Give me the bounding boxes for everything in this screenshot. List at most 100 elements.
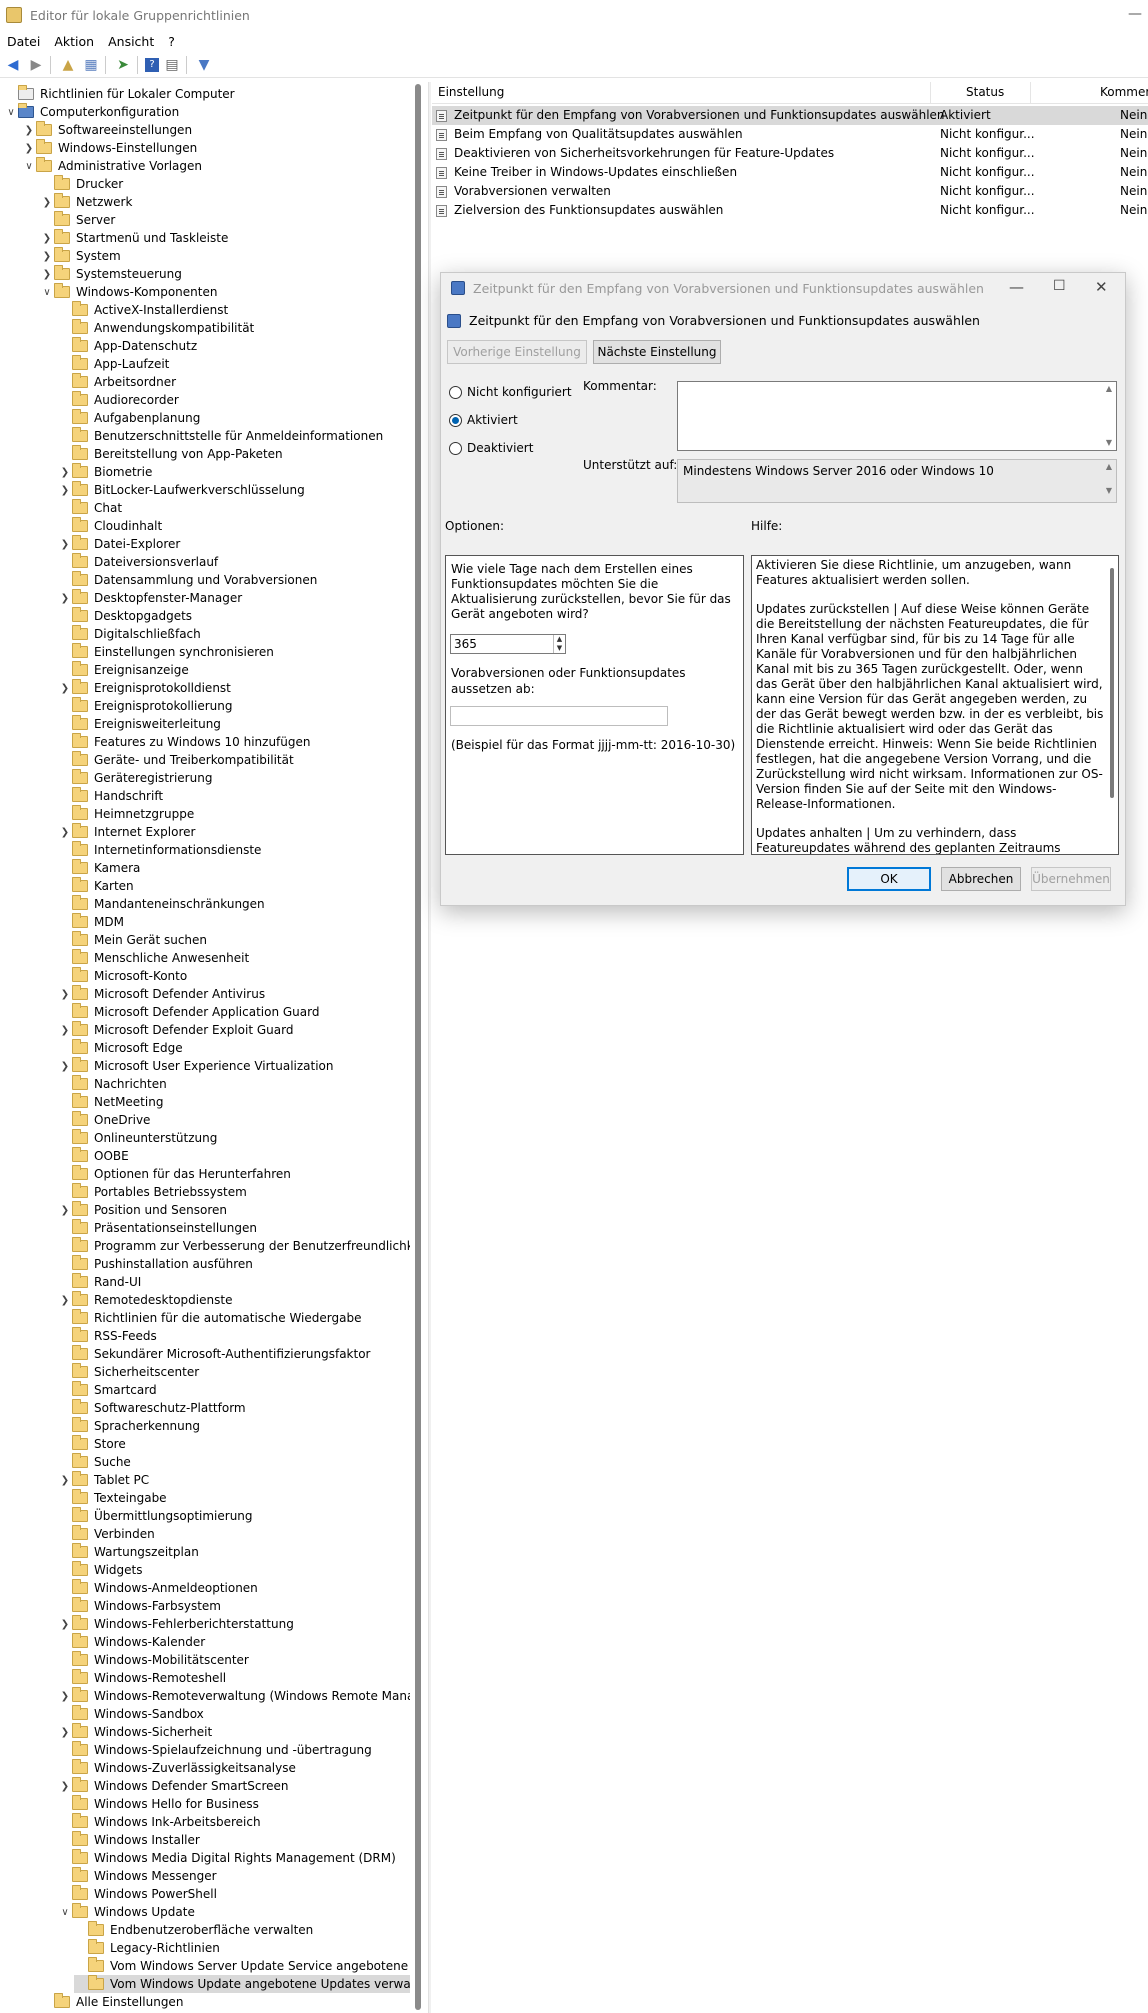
expand-chevron-icon[interactable]: ❯: [58, 485, 72, 496]
tree-item[interactable]: Optionen für das Herunterfahren: [58, 1165, 291, 1183]
tree-item[interactable]: NetMeeting: [58, 1093, 163, 1111]
tree-item[interactable]: ❯ Microsoft User Experience Virtualizatio…: [58, 1057, 334, 1075]
tree-item[interactable]: Vom Windows Update angebotene Updates ve…: [74, 1975, 410, 1993]
expand-chevron-icon[interactable]: ❯: [58, 1475, 72, 1486]
tree-item[interactable]: Windows-Kalender: [58, 1633, 205, 1651]
defer-days-spinbox[interactable]: 365 ▲ ▼: [450, 634, 566, 654]
setting-row[interactable]: Zielversion des Funktionsupdates auswähl…: [432, 201, 1148, 220]
tree-item[interactable]: Internetinformationsdienste: [58, 841, 261, 859]
tree-item[interactable]: Endbenutzeroberfläche verwalten: [74, 1921, 313, 1939]
tree-item[interactable]: Windows-Mobilitätscenter: [58, 1651, 249, 1669]
tree-item[interactable]: Features zu Windows 10 hinzufügen: [58, 733, 310, 751]
tree-item[interactable]: Vom Windows Server Update Service angebo…: [74, 1957, 410, 1975]
tree-item[interactable]: ❯ System: [40, 247, 121, 265]
tree-item[interactable]: ❯ Desktopfenster-Manager: [58, 589, 242, 607]
tree-item[interactable]: Softwareschutz-Plattform: [58, 1399, 246, 1417]
next-setting-button[interactable]: Nächste Einstellung: [593, 340, 721, 364]
forward-arrow-icon[interactable]: ▶: [26, 55, 46, 75]
tree-item[interactable]: Mein Gerät suchen: [58, 931, 207, 949]
column-separator[interactable]: [1030, 82, 1031, 104]
tree-item[interactable]: Windows-Anmeldeoptionen: [58, 1579, 258, 1597]
radio-circle[interactable]: [449, 385, 462, 399]
tree-item[interactable]: ∨ Administrative Vorlagen: [22, 157, 202, 175]
tree-item[interactable]: ❯ Remotedesktopdienste: [58, 1291, 232, 1309]
tree-item[interactable]: Datensammlung und Vorabversionen: [58, 571, 317, 589]
tree-item[interactable]: ❯ Position und Sensoren: [58, 1201, 227, 1219]
expand-chevron-icon[interactable]: ❯: [58, 1781, 72, 1792]
tree-item[interactable]: ∨ Windows-Komponenten: [40, 283, 217, 301]
collapse-chevron-icon[interactable]: ∨: [4, 107, 18, 118]
tree-item[interactable]: ❯ Windows-Remoteverwaltung (Windows Remot…: [58, 1687, 410, 1705]
setting-row[interactable]: Deaktivieren von Sicherheitsvorkehrungen…: [432, 144, 1148, 163]
tree-item[interactable]: Windows Installer: [58, 1831, 200, 1849]
tree-item[interactable]: Richtlinien für Lokaler Computer: [4, 85, 235, 103]
tree-item[interactable]: ❯ Microsoft Defender Exploit Guard: [58, 1021, 293, 1039]
tree-item[interactable]: Windows Media Digital Rights Management …: [58, 1849, 396, 1867]
radio-enabled[interactable]: Aktiviert: [449, 413, 518, 427]
tree-item[interactable]: Handschrift: [58, 787, 163, 805]
tree-item[interactable]: Widgets: [58, 1561, 143, 1579]
expand-chevron-icon[interactable]: ❯: [58, 827, 72, 838]
menu-help[interactable]: ?: [161, 34, 182, 49]
expand-chevron-icon[interactable]: ❯: [58, 1025, 72, 1036]
tree-item[interactable]: ❯ Softwareeinstellungen: [22, 121, 192, 139]
comment-textarea[interactable]: ▲ ▼: [677, 381, 1117, 451]
tree-item[interactable]: Legacy-Richtlinien: [74, 1939, 220, 1957]
tree-item[interactable]: Windows PowerShell: [58, 1885, 217, 1903]
tree-item[interactable]: ❯ Windows-Einstellungen: [22, 139, 197, 157]
tree-item[interactable]: Rand-UI: [58, 1273, 141, 1291]
comment-scroll-arrows[interactable]: ▲ ▼: [1104, 384, 1114, 450]
tree-item[interactable]: Programm zur Verbesserung der Benutzerfr…: [58, 1237, 410, 1255]
tree-item[interactable]: App-Datenschutz: [58, 337, 197, 355]
tree-item[interactable]: Anwendungskompatibilität: [58, 319, 254, 337]
tree-item[interactable]: Einstellungen synchronisieren: [58, 643, 274, 661]
previous-setting-button[interactable]: Vorherige Einstellung: [447, 340, 587, 364]
show-tree-icon[interactable]: ▦: [81, 55, 101, 75]
supported-scroll-arrows[interactable]: ▲ ▼: [1104, 462, 1114, 502]
tree-scrollbar[interactable]: [414, 82, 422, 2013]
menu-ansicht[interactable]: Ansicht: [101, 34, 161, 49]
tree-item[interactable]: Verbinden: [58, 1525, 155, 1543]
tree-item[interactable]: ∨ Computerkonfiguration: [4, 103, 179, 121]
tree-item[interactable]: ∨ Windows Update: [58, 1903, 195, 1921]
dialog-maximize-icon[interactable]: ☐: [1053, 278, 1066, 294]
filter-icon[interactable]: ▼: [194, 55, 214, 75]
tree-item[interactable]: ❯ Systemsteuerung: [40, 265, 182, 283]
expand-chevron-icon[interactable]: ❯: [22, 125, 36, 136]
setting-row[interactable]: Zeitpunkt für den Empfang von Vorabversi…: [432, 106, 1148, 125]
tree-item[interactable]: Audiorecorder: [58, 391, 179, 409]
expand-chevron-icon[interactable]: ❯: [40, 269, 54, 280]
tree-item[interactable]: Ereignisprotokollierung: [58, 697, 232, 715]
setting-row[interactable]: Beim Empfang von Qualitätsupdates auswäh…: [432, 125, 1148, 144]
tree-item[interactable]: ❯ Windows-Sicherheit: [58, 1723, 212, 1741]
expand-chevron-icon[interactable]: ❯: [58, 467, 72, 478]
collapse-chevron-icon[interactable]: ∨: [40, 287, 54, 298]
radio-not-configured[interactable]: Nicht konfiguriert: [449, 385, 572, 399]
tree-item[interactable]: Aufgabenplanung: [58, 409, 200, 427]
help-scrollbar[interactable]: [1106, 556, 1118, 854]
tree-item[interactable]: Microsoft-Konto: [58, 967, 187, 985]
tree-item[interactable]: ❯ Windows Defender SmartScreen: [58, 1777, 289, 1795]
tree-item[interactable]: Kamera: [58, 859, 140, 877]
column-separator[interactable]: [930, 82, 931, 104]
help-scrollbar-thumb[interactable]: [1110, 568, 1114, 798]
tree-item[interactable]: ❯ Startmenü und Taskleiste: [40, 229, 228, 247]
tree-item[interactable]: Server: [40, 211, 115, 229]
tree-item[interactable]: Nachrichten: [58, 1075, 167, 1093]
tree-item[interactable]: Windows Ink-Arbeitsbereich: [58, 1813, 261, 1831]
expand-chevron-icon[interactable]: ❯: [40, 233, 54, 244]
help-icon[interactable]: ?: [145, 57, 159, 72]
radio-circle-selected[interactable]: [449, 413, 462, 427]
tree-item[interactable]: Mandanteneinschränkungen: [58, 895, 265, 913]
tree-item[interactable]: Chat: [58, 499, 122, 517]
tree-item[interactable]: Smartcard: [58, 1381, 157, 1399]
tree-item[interactable]: Sekundärer Microsoft-Authentifizierungsf…: [58, 1345, 371, 1363]
radio-circle[interactable]: [449, 441, 462, 455]
tree-item[interactable]: Sicherheitscenter: [58, 1363, 199, 1381]
spin-arrows-icon[interactable]: ▲ ▼: [553, 635, 565, 653]
tree-item[interactable]: Windows Messenger: [58, 1867, 217, 1885]
tree-item[interactable]: Cloudinhalt: [58, 517, 162, 535]
tree-item[interactable]: Texteingabe: [58, 1489, 167, 1507]
menu-aktion[interactable]: Aktion: [47, 34, 101, 49]
pane-splitter[interactable]: [428, 82, 431, 2013]
